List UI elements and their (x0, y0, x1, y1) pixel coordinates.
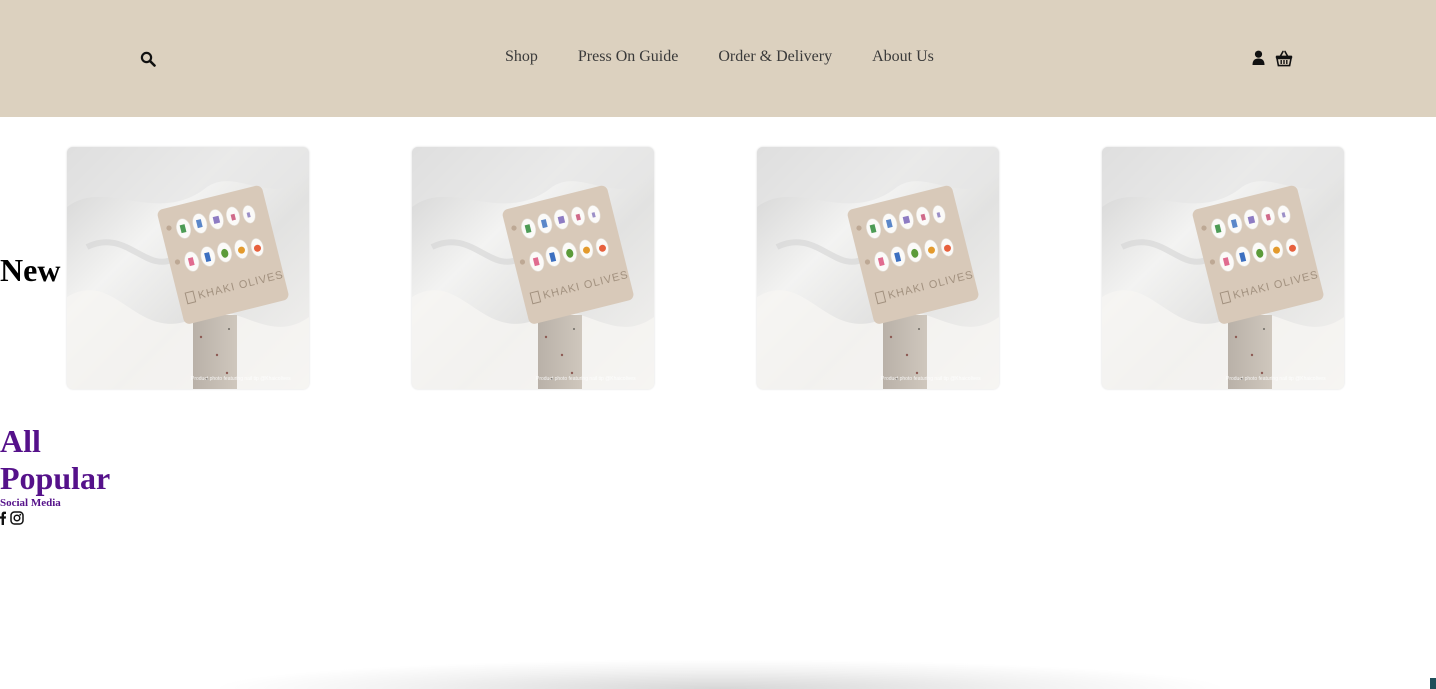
nav-shop[interactable]: Shop (505, 48, 538, 66)
account-button[interactable] (1252, 50, 1265, 66)
main-nav: Shop Press On Guide Order & Delivery Abo… (505, 48, 934, 66)
category-link-popular[interactable]: Popular (0, 460, 110, 497)
product-image (1102, 147, 1344, 389)
user-icon (1252, 50, 1265, 65)
product-card[interactable] (1102, 147, 1344, 389)
social-media-label: Social Media (0, 497, 61, 509)
facebook-link[interactable] (0, 511, 6, 525)
search-icon (140, 51, 156, 67)
facebook-icon (0, 511, 6, 525)
instagram-link[interactable] (10, 511, 24, 525)
basket-icon (1275, 50, 1293, 67)
footer-shadow (220, 660, 1220, 689)
nav-about-us[interactable]: About Us (872, 48, 934, 66)
product-image (67, 147, 309, 389)
product-card[interactable] (67, 147, 309, 389)
search-button[interactable] (140, 51, 156, 67)
nav-order-delivery[interactable]: Order & Delivery (718, 48, 832, 66)
category-link-all[interactable]: All (0, 423, 41, 460)
nav-press-on-guide[interactable]: Press On Guide (578, 48, 678, 66)
product-card[interactable] (412, 147, 654, 389)
cart-button[interactable] (1275, 50, 1293, 67)
section-title-new: New (0, 252, 61, 288)
page-edge-accent (1430, 678, 1436, 689)
instagram-icon (10, 511, 24, 525)
product-image (412, 147, 654, 389)
site-header: Shop Press On Guide Order & Delivery Abo… (0, 0, 1436, 117)
product-card[interactable] (757, 147, 999, 389)
product-image (757, 147, 999, 389)
